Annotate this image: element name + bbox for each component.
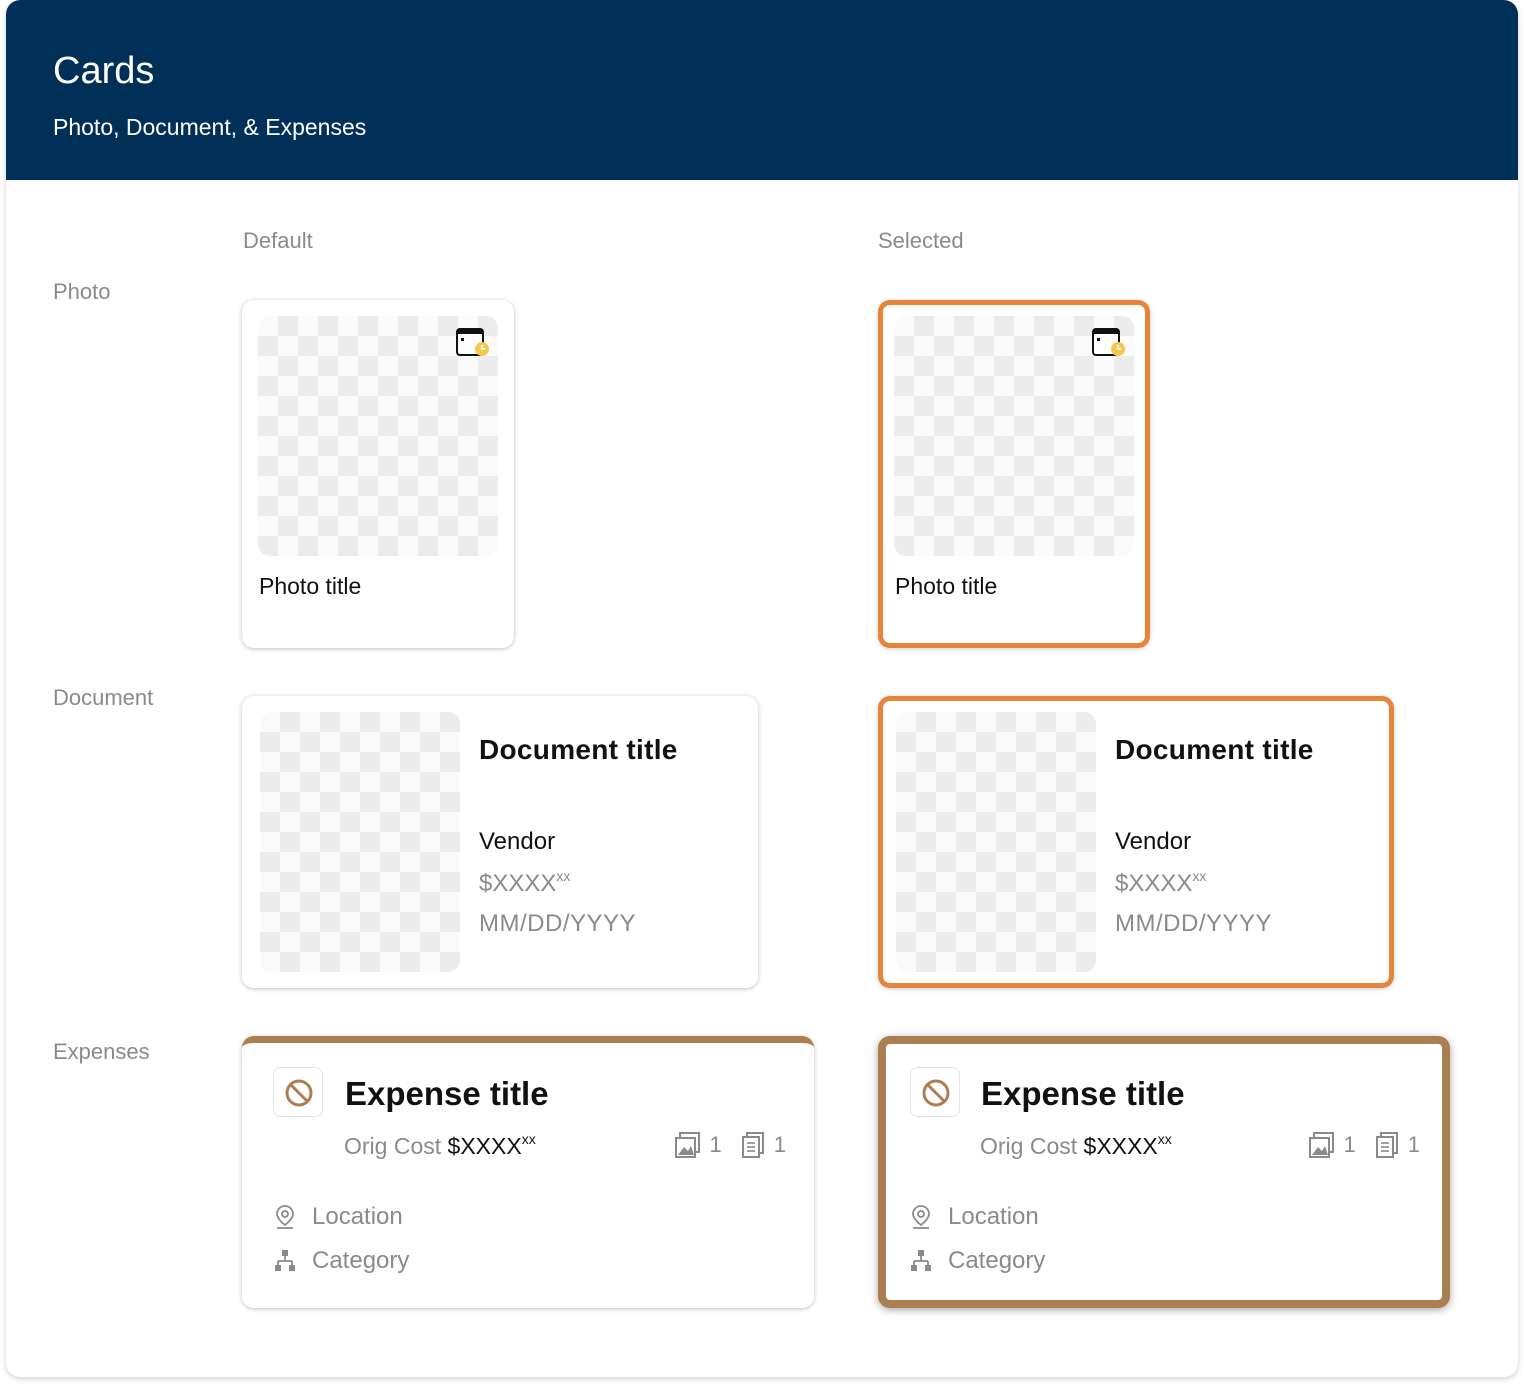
- category-tree-icon: [275, 1250, 295, 1271]
- attachment-counts: 1 1: [674, 1131, 786, 1159]
- page-title: Cards: [53, 50, 155, 92]
- photo-title: Photo title: [895, 573, 998, 599]
- photo-count: 1: [709, 1132, 722, 1157]
- location-pin-icon: [276, 1205, 294, 1229]
- ban-icon: [285, 1079, 313, 1107]
- expense-title: Expense title: [981, 1075, 1185, 1112]
- expense-orig-cost: Orig Cost $XXXXxx: [344, 1131, 536, 1159]
- documents-icon: [741, 1132, 764, 1158]
- document-count: 1: [773, 1132, 786, 1157]
- document-title: Document title: [1115, 734, 1314, 765]
- cards-frame: Cards Photo, Document, & Expenses Defaul…: [6, 0, 1518, 1377]
- photos-icon: [674, 1132, 700, 1158]
- page-subtitle: Photo, Document, & Expenses: [53, 114, 367, 140]
- document-thumbnail: [260, 712, 460, 972]
- calendar-clock-icon: [456, 328, 489, 356]
- ban-icon: [922, 1079, 950, 1107]
- column-label-default: Default: [243, 228, 313, 253]
- column-label-selected: Selected: [878, 228, 964, 253]
- document-date: MM/DD/YYYY: [1115, 910, 1273, 937]
- expense-orig-cost: Orig Cost $XXXXxx: [980, 1131, 1172, 1159]
- document-cost: $XXXXxx: [1115, 868, 1207, 897]
- document-card-selected[interactable]: Document title Vendor $XXXXxx MM/DD/YYYY: [878, 696, 1394, 988]
- expense-location: Location: [274, 1203, 403, 1231]
- document-cost: $XXXXxx: [479, 868, 571, 897]
- expense-category: Category: [274, 1247, 409, 1275]
- status-badge: [273, 1067, 323, 1117]
- row-label-document: Document: [53, 685, 154, 710]
- status-badge: [910, 1067, 960, 1117]
- calendar-clock-icon: [1092, 328, 1125, 356]
- documents-icon: [1375, 1132, 1398, 1158]
- document-card-default[interactable]: Document title Vendor $XXXXxx MM/DD/YYYY: [242, 696, 758, 988]
- photo-card-default[interactable]: Photo title: [242, 300, 514, 648]
- category-tree-icon: [911, 1250, 931, 1271]
- document-thumbnail: [896, 712, 1096, 972]
- expense-card-default[interactable]: Expense title Orig Cost $XXXXxx 1 1 Loca…: [242, 1036, 814, 1308]
- photos-icon: [1308, 1132, 1334, 1158]
- page-header: Cards Photo, Document, & Expenses: [6, 0, 1518, 180]
- attachment-counts: 1 1: [1308, 1131, 1420, 1159]
- location-pin-icon: [912, 1205, 930, 1229]
- photo-card-selected[interactable]: Photo title: [878, 300, 1150, 648]
- document-vendor: Vendor: [479, 828, 556, 855]
- document-date: MM/DD/YYYY: [479, 910, 637, 937]
- row-label-photo: Photo: [53, 279, 111, 304]
- expense-category: Category: [910, 1247, 1045, 1275]
- photo-count: 1: [1343, 1132, 1356, 1157]
- row-label-expenses: Expenses: [53, 1039, 150, 1064]
- photo-title: Photo title: [259, 573, 362, 599]
- expense-title: Expense title: [345, 1075, 549, 1112]
- document-count: 1: [1407, 1132, 1420, 1157]
- document-vendor: Vendor: [1115, 828, 1192, 855]
- expense-card-selected[interactable]: Expense title Orig Cost $XXXXxx 1 1 Loca…: [878, 1036, 1450, 1308]
- document-title: Document title: [479, 734, 678, 765]
- expense-location: Location: [910, 1203, 1039, 1231]
